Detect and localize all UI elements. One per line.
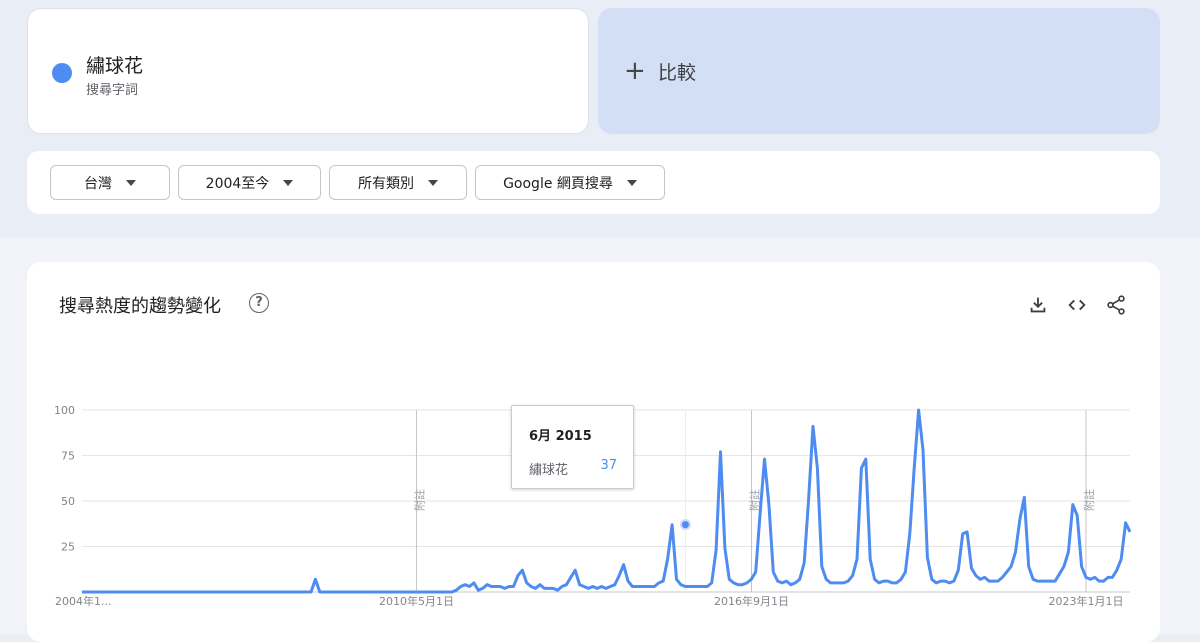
x-tick-label: 2004年1... — [55, 594, 111, 608]
hover-point — [679, 519, 691, 531]
y-tick-label: 75 — [61, 450, 75, 463]
x-tick-label: 2010年5月1日 — [379, 594, 454, 608]
tooltip-date: 6月 2015 — [529, 429, 592, 444]
x-tick-label: 2016年9月1日 — [714, 594, 789, 608]
y-tick-label: 25 — [61, 541, 75, 554]
trend-chart[interactable]: 255075100附註 附註 附註2004年1... 2010年5月1日 2016年9月… — [0, 0, 1200, 635]
annotation-label: 附註 — [412, 489, 426, 511]
annotation-label: 附註 — [1082, 489, 1096, 511]
tooltip-value: 37 — [600, 458, 617, 473]
y-tick-label: 100 — [54, 404, 75, 417]
tooltip-term: 繡球花 — [529, 463, 569, 478]
y-tick-label: 50 — [61, 495, 75, 508]
chart-tooltip: 6月 2015 繡球花 37 — [511, 405, 634, 489]
x-tick-label: 2023年1月1日 — [1048, 594, 1123, 608]
